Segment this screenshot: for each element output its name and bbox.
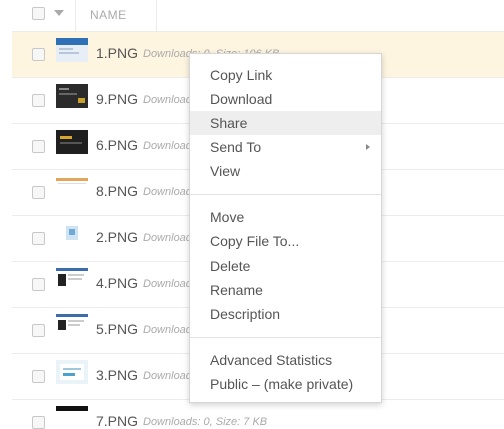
row-checkbox[interactable] xyxy=(32,324,45,337)
submenu-arrow-icon xyxy=(366,144,370,150)
file-name[interactable]: 2.PNG xyxy=(96,229,138,245)
select-dropdown-caret-icon[interactable] xyxy=(54,10,64,16)
file-meta: Downloads: 0, Size: 7 KB xyxy=(143,416,268,428)
file-name[interactable]: 9.PNG xyxy=(96,91,138,107)
row-checkbox[interactable] xyxy=(32,186,45,199)
file-name[interactable]: 5.PNG xyxy=(96,321,138,337)
screenshot-thumb-icon xyxy=(56,360,88,384)
file-name[interactable]: 7.PNG xyxy=(96,413,138,429)
menu-item-copy-file-to[interactable]: Copy File To... xyxy=(190,229,381,253)
menu-item-make-private[interactable]: Public – (make private) xyxy=(190,372,381,396)
file-list-header: NAME xyxy=(12,0,504,32)
menu-divider xyxy=(190,337,381,338)
menu-item-view[interactable]: View xyxy=(190,159,381,183)
row-checkbox[interactable] xyxy=(32,416,45,429)
screenshot-thumb-icon xyxy=(56,268,88,292)
column-divider xyxy=(75,0,76,32)
menu-item-delete[interactable]: Delete xyxy=(190,254,381,278)
screenshot-thumb-icon xyxy=(56,222,88,246)
screenshot-thumb-icon xyxy=(56,84,88,108)
menu-item-send-to[interactable]: Send To xyxy=(190,135,381,159)
menu-divider xyxy=(190,194,381,195)
file-context-menu: Copy Link Download Share Send To View Mo… xyxy=(189,53,382,403)
file-row[interactable]: 7.PNG Downloads: 0, Size: 7 KB xyxy=(12,400,504,429)
menu-item-label: Send To xyxy=(210,139,262,155)
menu-item-share[interactable]: Share xyxy=(190,111,381,135)
menu-item-description[interactable]: Description xyxy=(190,302,381,326)
file-name[interactable]: 8.PNG xyxy=(96,183,138,199)
row-checkbox[interactable] xyxy=(32,278,45,291)
menu-item-copy-link[interactable]: Copy Link xyxy=(190,63,381,87)
name-column-header[interactable]: NAME xyxy=(90,8,127,22)
column-divider xyxy=(156,0,157,32)
menu-item-advanced-statistics[interactable]: Advanced Statistics xyxy=(190,348,381,372)
select-all-checkbox[interactable] xyxy=(32,7,45,20)
screenshot-thumb-icon xyxy=(56,130,88,154)
row-checkbox[interactable] xyxy=(32,140,45,153)
row-checkbox[interactable] xyxy=(32,370,45,383)
file-name[interactable]: 4.PNG xyxy=(96,275,138,291)
menu-item-download[interactable]: Download xyxy=(190,87,381,111)
screenshot-thumb-icon xyxy=(56,176,88,200)
menu-item-move[interactable]: Move xyxy=(190,205,381,229)
screenshot-thumb-icon xyxy=(56,314,88,338)
menu-item-rename[interactable]: Rename xyxy=(190,278,381,302)
row-checkbox[interactable] xyxy=(32,94,45,107)
screenshot-thumb-icon xyxy=(56,406,88,429)
file-name[interactable]: 3.PNG xyxy=(96,367,138,383)
screenshot-thumb-icon xyxy=(56,38,88,62)
file-name[interactable]: 6.PNG xyxy=(96,137,138,153)
row-checkbox[interactable] xyxy=(32,232,45,245)
row-checkbox[interactable] xyxy=(32,48,45,61)
file-name[interactable]: 1.PNG xyxy=(96,45,138,61)
